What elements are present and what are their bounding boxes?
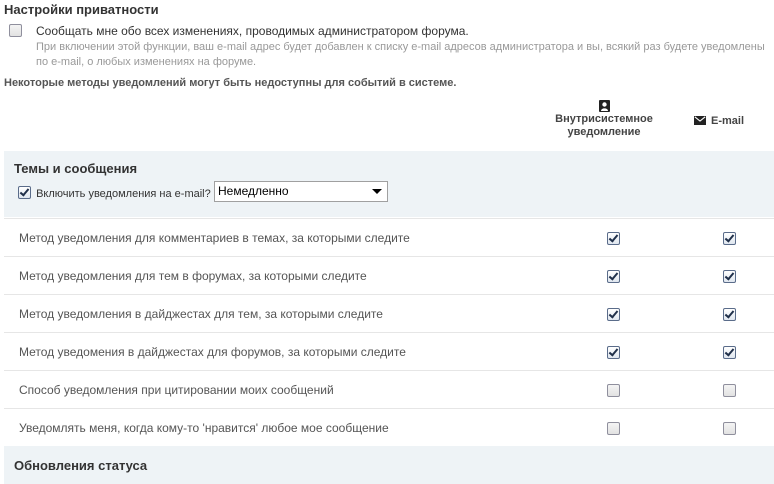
- notification-row: Метод уведомления для комментариев в тем…: [4, 218, 774, 256]
- email-checkbox[interactable]: [723, 308, 736, 321]
- section-themes: Темы и сообщения Включить уведомления на…: [4, 151, 774, 217]
- notification-row-label: Метод уведомления в дайджестах для тем, …: [19, 307, 383, 321]
- notification-row: Уведомлять меня, когда кому-то 'нравится…: [4, 408, 774, 446]
- notification-row: Способ уведомления при цитировании моих …: [4, 370, 774, 408]
- inapp-checkbox[interactable]: [607, 232, 620, 245]
- enable-email-row: Включить уведомления на e-mail?: [18, 186, 211, 200]
- notification-row-label: Уведомлять меня, когда кому-то 'нравится…: [19, 421, 389, 435]
- email-frequency-select[interactable]: Немедленно: [214, 181, 388, 202]
- chevron-down-icon: [372, 189, 382, 194]
- user-icon: [598, 100, 610, 112]
- email-checkbox[interactable]: [723, 384, 736, 397]
- admin-changes-checkbox[interactable]: [9, 24, 22, 37]
- email-checkbox[interactable]: [723, 346, 736, 359]
- notification-row-label: Метод уведомения в дайджестах для форумо…: [19, 345, 406, 359]
- column-header-inapp: Внутрисистемное уведомление: [546, 100, 662, 139]
- inapp-checkbox[interactable]: [607, 384, 620, 397]
- email-checkbox[interactable]: [723, 270, 736, 283]
- section-status-title: Обновления статуса: [14, 458, 148, 473]
- section-themes-title: Темы и сообщения: [14, 161, 138, 176]
- privacy-settings-title: Настройки приватности: [4, 2, 159, 17]
- inapp-checkbox[interactable]: [607, 270, 620, 283]
- email-checkbox[interactable]: [723, 422, 736, 435]
- notification-row: Метод уведомления в дайджестах для тем, …: [4, 294, 774, 332]
- column-email-label: E-mail: [710, 115, 744, 127]
- inapp-checkbox[interactable]: [607, 422, 620, 435]
- availability-note: Некоторые методы уведомлений могут быть …: [4, 77, 457, 89]
- enable-email-checkbox[interactable]: [18, 186, 31, 199]
- admin-changes-description: При включении этой функции, ваш e-mail а…: [36, 41, 765, 68]
- column-header-email: E-mail: [684, 115, 754, 128]
- notification-row-label: Метод уведомления для тем в форумах, за …: [19, 269, 367, 283]
- column-inapp-label: Внутрисистемное уведомление: [555, 113, 653, 138]
- section-status-updates: Обновления статуса: [4, 446, 774, 484]
- notification-row-label: Метод уведомления для комментариев в тем…: [19, 231, 410, 245]
- enable-email-label: Включить уведомления на e-mail?: [36, 188, 211, 200]
- inapp-checkbox[interactable]: [607, 346, 620, 359]
- admin-changes-label: Сообщать мне обо всех изменениях, провод…: [36, 24, 469, 38]
- envelope-icon: [693, 116, 706, 125]
- notification-row-label: Способ уведомления при цитировании моих …: [19, 383, 334, 397]
- notification-row: Метод уведомления для тем в форумах, за …: [4, 256, 774, 294]
- email-frequency-value: Немедленно: [218, 184, 289, 198]
- notification-row: Метод уведомения в дайджестах для форумо…: [4, 332, 774, 370]
- email-checkbox[interactable]: [723, 232, 736, 245]
- inapp-checkbox[interactable]: [607, 308, 620, 321]
